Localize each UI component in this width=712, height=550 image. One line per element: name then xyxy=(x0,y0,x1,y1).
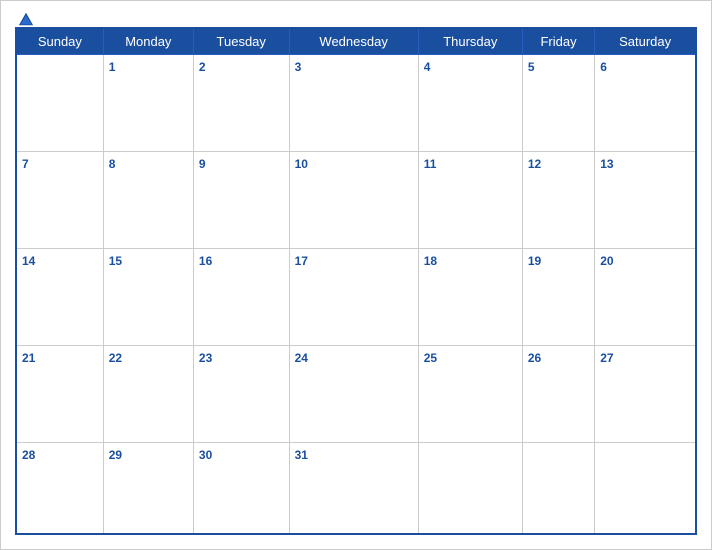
calendar-cell: 30 xyxy=(193,442,289,534)
calendar-cell: 8 xyxy=(103,151,193,248)
day-number: 25 xyxy=(424,351,437,365)
weekday-thursday: Thursday xyxy=(418,28,522,55)
day-number: 19 xyxy=(528,254,541,268)
calendar-week-row: 28 29 30 31 xyxy=(16,442,696,534)
day-number: 27 xyxy=(600,351,613,365)
calendar-cell: 11 xyxy=(418,151,522,248)
calendar-cell: 2 xyxy=(193,55,289,152)
calendar-cell: 12 xyxy=(522,151,594,248)
calendar-cell: 19 xyxy=(522,248,594,345)
calendar-week-row: 21 22 23 24 25 26 27 xyxy=(16,345,696,442)
day-number: 3 xyxy=(295,60,302,74)
weekday-header-row: SundayMondayTuesdayWednesdayThursdayFrid… xyxy=(16,28,696,55)
day-number: 28 xyxy=(22,448,35,462)
day-number: 15 xyxy=(109,254,122,268)
day-number: 10 xyxy=(295,157,308,171)
day-number: 18 xyxy=(424,254,437,268)
calendar-cell: 31 xyxy=(289,442,418,534)
day-number: 1 xyxy=(109,60,116,74)
day-number: 23 xyxy=(199,351,212,365)
day-number: 21 xyxy=(22,351,35,365)
weekday-sunday: Sunday xyxy=(16,28,103,55)
day-number: 5 xyxy=(528,60,535,74)
day-number: 9 xyxy=(199,157,206,171)
calendar-cell: 6 xyxy=(595,55,696,152)
day-number: 17 xyxy=(295,254,308,268)
calendar-cell: 27 xyxy=(595,345,696,442)
calendar-cell: 17 xyxy=(289,248,418,345)
logo-icon xyxy=(17,11,35,27)
calendar-cell xyxy=(595,442,696,534)
calendar-cell: 20 xyxy=(595,248,696,345)
calendar-week-row: 14 15 16 17 18 19 20 xyxy=(16,248,696,345)
weekday-tuesday: Tuesday xyxy=(193,28,289,55)
day-number: 13 xyxy=(600,157,613,171)
weekday-monday: Monday xyxy=(103,28,193,55)
day-number: 2 xyxy=(199,60,206,74)
day-number: 29 xyxy=(109,448,122,462)
calendar-week-row: 1 2 3 4 5 6 xyxy=(16,55,696,152)
day-number: 14 xyxy=(22,254,35,268)
calendar-cell: 1 xyxy=(103,55,193,152)
calendar-cell: 29 xyxy=(103,442,193,534)
day-number: 7 xyxy=(22,157,29,171)
day-number: 30 xyxy=(199,448,212,462)
calendar-cell: 9 xyxy=(193,151,289,248)
day-number: 31 xyxy=(295,448,308,462)
day-number: 4 xyxy=(424,60,431,74)
calendar-cell: 21 xyxy=(16,345,103,442)
day-number: 26 xyxy=(528,351,541,365)
calendar-cell: 7 xyxy=(16,151,103,248)
day-number: 8 xyxy=(109,157,116,171)
calendar-cell: 24 xyxy=(289,345,418,442)
calendar-container: SundayMondayTuesdayWednesdayThursdayFrid… xyxy=(0,0,712,550)
calendar-cell: 25 xyxy=(418,345,522,442)
calendar-week-row: 7 8 9 10 11 12 13 xyxy=(16,151,696,248)
weekday-wednesday: Wednesday xyxy=(289,28,418,55)
calendar-cell: 28 xyxy=(16,442,103,534)
calendar-cell xyxy=(16,55,103,152)
calendar-cell: 3 xyxy=(289,55,418,152)
day-number: 16 xyxy=(199,254,212,268)
calendar-cell: 13 xyxy=(595,151,696,248)
calendar-cell: 10 xyxy=(289,151,418,248)
day-number: 12 xyxy=(528,157,541,171)
calendar-cell xyxy=(418,442,522,534)
calendar-cell: 23 xyxy=(193,345,289,442)
calendar-header xyxy=(15,11,697,19)
calendar-cell: 26 xyxy=(522,345,594,442)
calendar-cell: 22 xyxy=(103,345,193,442)
calendar-cell: 5 xyxy=(522,55,594,152)
day-number: 6 xyxy=(600,60,607,74)
calendar-table: SundayMondayTuesdayWednesdayThursdayFrid… xyxy=(15,27,697,535)
calendar-cell: 14 xyxy=(16,248,103,345)
weekday-saturday: Saturday xyxy=(595,28,696,55)
calendar-cell xyxy=(522,442,594,534)
day-number: 22 xyxy=(109,351,122,365)
day-number: 24 xyxy=(295,351,308,365)
calendar-cell: 4 xyxy=(418,55,522,152)
logo-area xyxy=(15,11,35,27)
calendar-cell: 16 xyxy=(193,248,289,345)
day-number: 11 xyxy=(424,157,437,171)
calendar-cell: 15 xyxy=(103,248,193,345)
weekday-friday: Friday xyxy=(522,28,594,55)
day-number: 20 xyxy=(600,254,613,268)
calendar-cell: 18 xyxy=(418,248,522,345)
